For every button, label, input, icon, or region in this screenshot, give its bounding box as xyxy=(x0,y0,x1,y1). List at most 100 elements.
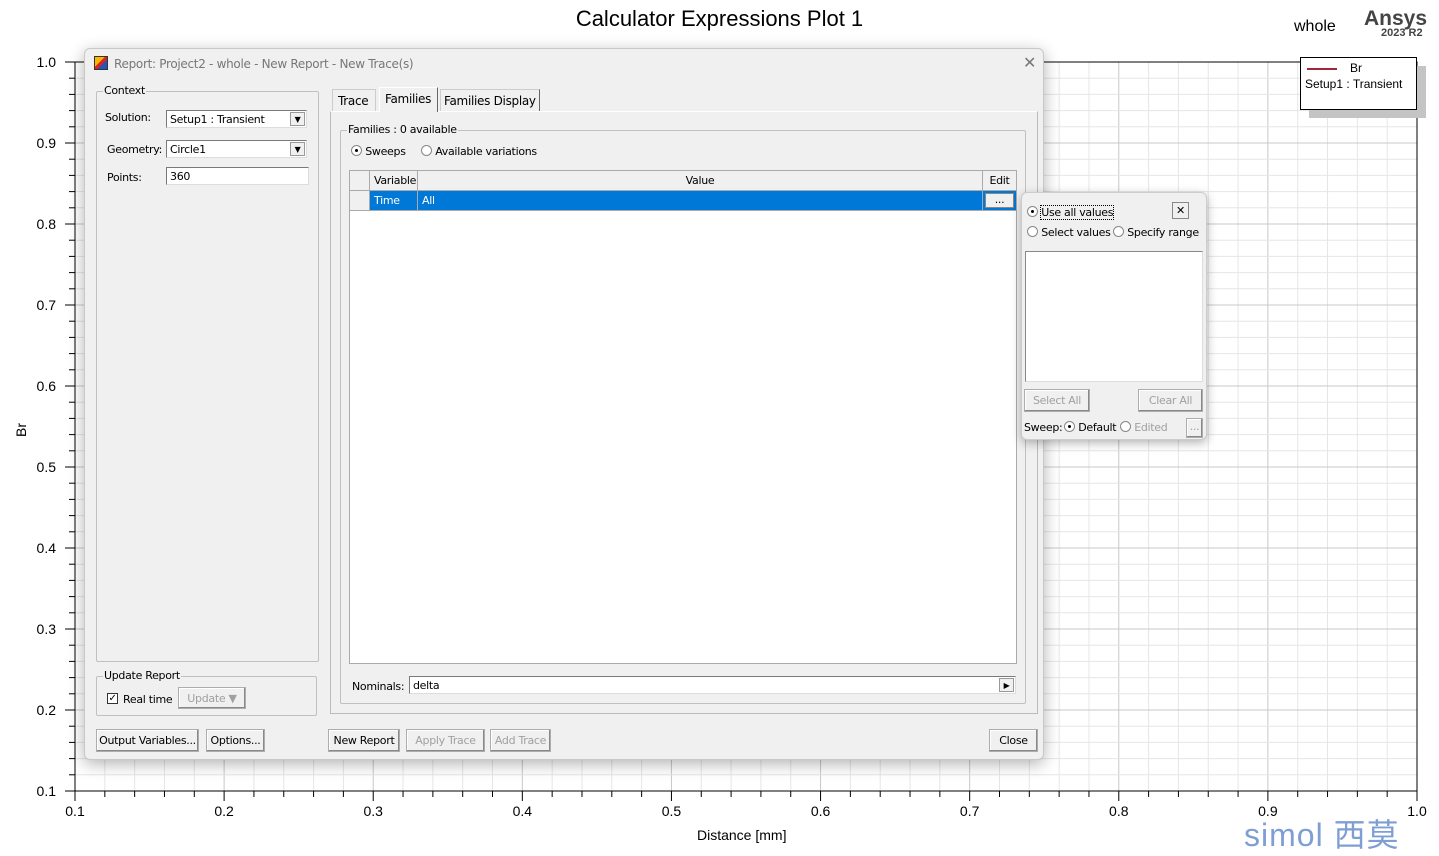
x-tick-label: 0.6 xyxy=(811,803,831,819)
update-button[interactable]: Update ▼ xyxy=(178,687,246,709)
y-tick-label: 0.3 xyxy=(37,621,57,637)
options-button[interactable]: Options... xyxy=(206,729,265,752)
y-tick-label: 0.7 xyxy=(37,297,57,313)
legend-series-sub: Setup1 : Transient xyxy=(1305,77,1403,91)
tab-trace[interactable]: Trace xyxy=(332,89,376,111)
nominals-value: delta xyxy=(413,679,440,692)
variable-cell[interactable]: Time xyxy=(370,191,418,211)
radio-icon xyxy=(1120,421,1131,432)
chevron-right-icon[interactable]: ▶ xyxy=(999,678,1014,692)
value-cell[interactable]: All xyxy=(418,191,983,211)
radio-icon xyxy=(351,145,362,156)
chevron-down-icon: ▼ xyxy=(290,142,305,156)
output-variables-button[interactable]: Output Variables... xyxy=(96,729,199,752)
edit-cell: ... xyxy=(983,191,1017,211)
solution-select[interactable]: Setup1 : Transient ▼ xyxy=(166,110,307,128)
add-trace-button[interactable]: Add Trace xyxy=(490,729,551,752)
edit-button[interactable]: ... xyxy=(985,193,1014,208)
legend-series-name: Br xyxy=(1350,61,1362,75)
available-variations-radio[interactable]: Available variations xyxy=(421,145,537,158)
x-axis-label: Distance [mm] xyxy=(697,827,787,843)
update-report-label: Update Report xyxy=(103,669,181,682)
corner-header xyxy=(350,171,370,191)
y-tick-label: 1.0 xyxy=(37,54,57,70)
families-group: Families : 0 available Sweeps Available … xyxy=(340,123,1026,704)
use-all-values-radio[interactable]: Use all values xyxy=(1027,205,1115,220)
popup-close-button[interactable]: ✕ xyxy=(1172,202,1189,219)
context-group: Context Solution: Setup1 : Transient ▼ Ge… xyxy=(96,84,319,662)
geometry-label: Geometry: xyxy=(107,143,163,156)
select-all-button[interactable]: Select All xyxy=(1024,389,1090,412)
select-values-label: Select values xyxy=(1041,226,1111,239)
families-label: Families : 0 available xyxy=(347,123,458,136)
column-header-value[interactable]: Value xyxy=(418,171,983,191)
y-tick-label: 0.5 xyxy=(37,459,57,475)
legend-line-swatch xyxy=(1307,68,1337,70)
tab-families-display[interactable]: Families Display xyxy=(440,89,540,111)
sweep-values-popup: Use all values ✕ Select values Specify r… xyxy=(1021,192,1207,440)
x-tick-label: 0.2 xyxy=(214,803,234,819)
radio-icon xyxy=(1027,206,1038,217)
nominals-label: Nominals: xyxy=(352,680,405,693)
y-tick-label: 0.4 xyxy=(37,540,57,556)
column-header-variable[interactable]: Variable xyxy=(370,171,418,191)
x-tick-label: 0.8 xyxy=(1109,803,1129,819)
y-tick-label: 0.8 xyxy=(37,216,57,232)
edited-label: Edited xyxy=(1134,421,1168,434)
default-radio[interactable]: Default xyxy=(1064,421,1117,434)
sweep-label: Sweep: xyxy=(1024,421,1063,434)
ansys-version: 2023 R2 xyxy=(1381,27,1423,39)
y-tick-label: 0.6 xyxy=(37,378,57,394)
y-tick-label: 0.1 xyxy=(37,783,57,799)
dialog-title: Report: Project2 - whole - New Report - … xyxy=(114,57,414,71)
column-header-edit[interactable]: Edit xyxy=(983,171,1017,191)
report-dialog: Report: Project2 - whole - New Report - … xyxy=(84,48,1044,760)
watermark: simol 西莫 xyxy=(1244,817,1400,853)
update-report-group: Update Report ✓ Real time Update ▼ xyxy=(96,669,317,716)
realtime-checkbox[interactable]: ✓ xyxy=(107,693,118,704)
values-list[interactable] xyxy=(1025,251,1203,382)
x-tick-label: 0.7 xyxy=(960,803,980,819)
context-label: Context xyxy=(103,84,146,97)
legend[interactable]: Br Setup1 : Transient xyxy=(1300,57,1417,110)
sweeps-label: Sweeps xyxy=(365,145,406,158)
radio-icon xyxy=(1064,421,1075,432)
sweeps-radio[interactable]: Sweeps xyxy=(351,145,406,158)
x-tick-label: 0.5 xyxy=(662,803,682,819)
new-report-button[interactable]: New Report xyxy=(328,729,400,752)
radio-icon xyxy=(421,145,432,156)
app-icon xyxy=(94,56,108,70)
specify-range-radio[interactable]: Specify range xyxy=(1113,226,1199,239)
close-button[interactable]: Close xyxy=(989,729,1038,752)
y-axis-label: Br xyxy=(13,423,29,437)
nominals-field[interactable]: delta ▶ xyxy=(409,676,1016,694)
tab-families[interactable]: Families xyxy=(379,87,438,112)
row-header[interactable] xyxy=(350,191,370,211)
chart-subtitle: whole xyxy=(1294,18,1336,35)
select-values-radio[interactable]: Select values xyxy=(1027,226,1111,239)
use-all-values-label: Use all values xyxy=(1040,205,1115,220)
apply-trace-button[interactable]: Apply Trace xyxy=(406,729,485,752)
x-tick-label: 1.0 xyxy=(1407,803,1427,819)
specify-range-label: Specify range xyxy=(1127,226,1199,239)
solution-value: Setup1 : Transient xyxy=(170,113,265,126)
x-tick-label: 0.3 xyxy=(363,803,383,819)
geometry-value: Circle1 xyxy=(170,143,206,156)
radio-icon xyxy=(1113,226,1124,237)
points-input[interactable]: 360 xyxy=(166,167,309,185)
chart-title: Calculator Expressions Plot 1 xyxy=(575,6,864,31)
families-table: Variable Value Edit Time All ... xyxy=(349,170,1017,664)
radio-icon xyxy=(1027,226,1038,237)
x-tick-label: 0.1 xyxy=(65,803,85,819)
y-tick-label: 0.2 xyxy=(37,702,57,718)
x-tick-label: 0.4 xyxy=(513,803,533,819)
default-label: Default xyxy=(1078,421,1117,434)
close-icon[interactable]: ✕ xyxy=(1023,53,1036,72)
solution-label: Solution: xyxy=(105,111,151,124)
edit-sweep-button[interactable]: ... xyxy=(1186,418,1203,438)
realtime-label: Real time xyxy=(123,693,173,706)
edited-radio[interactable]: Edited xyxy=(1120,421,1168,434)
points-label: Points: xyxy=(107,171,142,184)
clear-all-button[interactable]: Clear All xyxy=(1138,389,1203,412)
geometry-select[interactable]: Circle1 ▼ xyxy=(166,140,307,158)
